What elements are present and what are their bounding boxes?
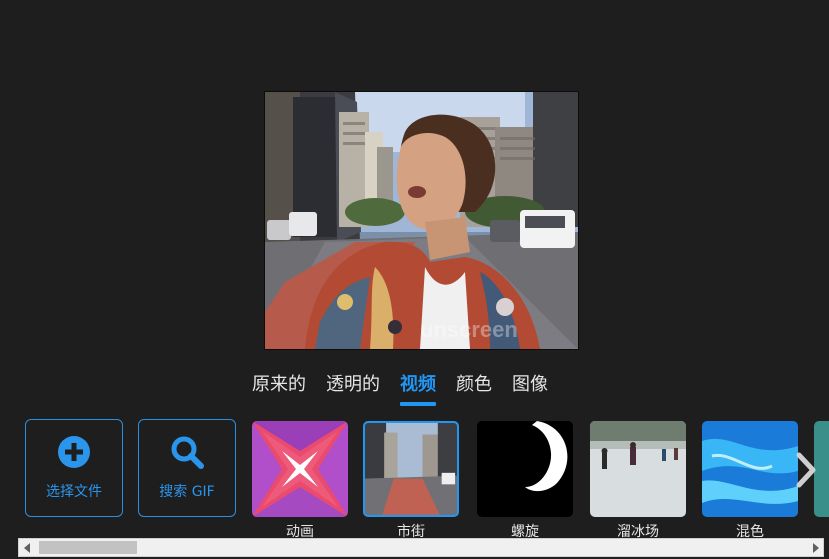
search-gif-button[interactable]: 搜索 GIF [138, 419, 236, 517]
chevron-right-icon[interactable] [789, 444, 823, 496]
background-type-tabs: 原来的 透明的 视频 颜色 图像 [252, 368, 548, 406]
thumbnail-color-blend[interactable] [702, 421, 798, 517]
thumbnail-ice-rink[interactable] [590, 421, 686, 517]
scrollbar-thumb[interactable] [39, 541, 137, 554]
horizontal-scrollbar[interactable] [18, 538, 824, 557]
search-gif-label: 搜索 GIF [159, 484, 215, 500]
select-file-button[interactable]: 选择文件 [25, 419, 123, 517]
tab-original[interactable]: 原来的 [252, 368, 306, 404]
thumbnail-animation[interactable] [252, 421, 348, 517]
tab-video[interactable]: 视频 [400, 368, 436, 406]
plus-circle-icon [57, 435, 91, 473]
thumbnail-street[interactable] [363, 421, 459, 517]
watermark-text: unscreen [420, 317, 518, 342]
search-icon [170, 435, 204, 473]
scroll-right-icon[interactable] [806, 539, 823, 556]
thumbnail-spiral[interactable] [477, 421, 573, 517]
select-file-label: 选择文件 [46, 484, 102, 500]
tab-image[interactable]: 图像 [512, 368, 548, 404]
scroll-left-icon[interactable] [19, 539, 36, 556]
tab-transparent[interactable]: 透明的 [326, 368, 380, 404]
preview-image: unscreen [264, 91, 579, 350]
tab-color[interactable]: 颜色 [456, 368, 492, 404]
